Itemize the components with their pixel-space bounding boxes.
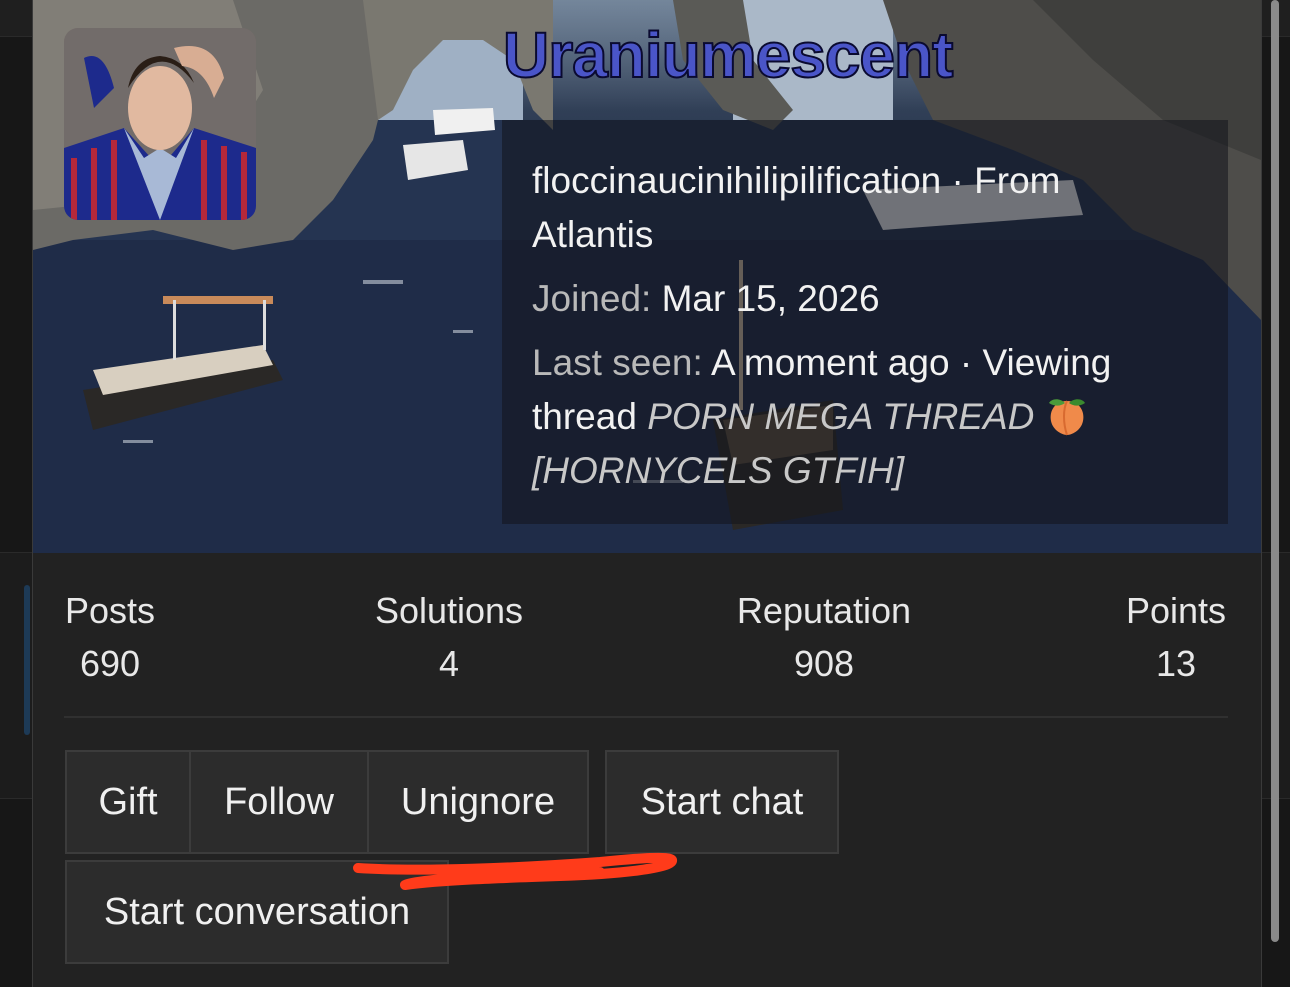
joined-value: Mar 15, 2026 [661, 278, 880, 319]
stat-reputation[interactable]: Reputation 908 [734, 588, 914, 694]
stat-label: Reputation [736, 590, 912, 631]
stat-posts[interactable]: Posts 690 [64, 588, 156, 694]
stat-value: 690 [79, 643, 141, 684]
last-seen-line: Last seen: A moment ago · Viewing thread… [532, 342, 1112, 491]
stat-value: 13 [1155, 643, 1197, 684]
avatar-image [64, 28, 256, 220]
scrollbar[interactable] [1271, 0, 1279, 942]
unignore-button[interactable]: Unignore [367, 750, 589, 854]
member-tooltip-card: Uraniumescent floccinaucinihilipilificat… [32, 0, 1262, 987]
stats-row: Posts 690 Solutions 4 Reputation 908 Poi… [64, 588, 1228, 688]
profile-info-panel: floccinaucinihilipilification · From Atl… [502, 120, 1228, 524]
divider [64, 716, 1228, 718]
avatar[interactable] [64, 28, 256, 220]
location-link[interactable]: Atlantis [532, 214, 653, 255]
stat-value: 908 [793, 643, 855, 684]
last-seen-value: A moment ago [710, 342, 950, 383]
gift-button[interactable]: Gift [65, 750, 191, 854]
stat-label: Solutions [374, 590, 524, 631]
joined-line: Joined: Mar 15, 2026 [532, 272, 1182, 326]
start-chat-button[interactable]: Start chat [605, 750, 839, 854]
background-accent [24, 585, 30, 735]
start-conversation-button[interactable]: Start conversation [65, 860, 449, 964]
stat-points[interactable]: Points 13 [1124, 588, 1228, 694]
stat-solutions[interactable]: Solutions 4 [369, 588, 529, 694]
stat-label: Posts [64, 590, 156, 631]
last-seen-label: Last seen: [532, 342, 703, 383]
stat-value: 4 [438, 643, 460, 684]
peach-icon [1048, 399, 1085, 436]
user-title: floccinaucinihilipilification [532, 160, 942, 201]
location-prefix: From [974, 160, 1061, 201]
follow-button[interactable]: Follow [189, 750, 369, 854]
user-title-line: floccinaucinihilipilification · From Atl… [532, 160, 1061, 255]
joined-label: Joined: [532, 278, 652, 319]
username[interactable]: Uraniumescent [502, 18, 954, 92]
stat-label: Points [1125, 590, 1227, 631]
